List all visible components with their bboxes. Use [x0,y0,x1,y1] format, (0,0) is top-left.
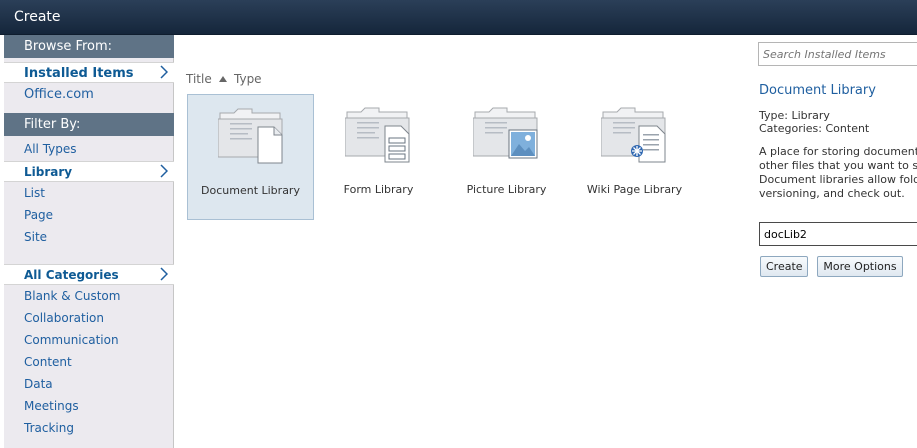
sort-by-type[interactable]: Type [234,72,262,86]
details-description: A place for storing documents or other f… [759,145,917,200]
sidebar-item-page[interactable]: Page [4,205,174,226]
name-field[interactable] [759,222,917,246]
title-bar: Create [0,0,917,35]
sidebar-item-label: Site [24,230,48,244]
chevron-right-icon [160,65,168,79]
sidebar-item-meetings[interactable]: Meetings [4,396,174,417]
sidebar-item-label: Data [24,377,53,391]
sidebar-item-office-com[interactable]: Office.com [4,84,174,105]
sidebar: Browse From: Installed Items Office.com … [4,35,174,448]
sidebar-item-label: Collaboration [24,311,104,325]
sort-ascending-icon [218,76,227,82]
sidebar-item-collaboration[interactable]: Collaboration [4,308,174,329]
tile-label: Picture Library [466,183,547,196]
sidebar-item-label: Communication [24,333,119,347]
sidebar-item-label: Blank & Custom [24,289,121,303]
tile-wiki-page-library[interactable]: Wiki Page Library [571,94,698,220]
browse-from-heading: Browse From: [4,35,174,58]
sidebar-item-tracking[interactable]: Tracking [4,418,174,439]
chevron-right-icon [160,164,168,178]
sidebar-item-label: Tracking [24,421,74,435]
picture-library-icon [473,107,538,159]
details-type: Type: Library [759,109,830,122]
sidebar-item-label: All Types [24,142,77,156]
create-button[interactable]: Create [760,256,808,277]
sidebar-item-all-types[interactable]: All Types [4,139,174,160]
sidebar-item-site[interactable]: Site [4,227,174,248]
form-library-icon [345,107,410,163]
search-input[interactable] [758,42,917,66]
sort-title-label: Title [186,72,212,86]
details-title: Document Library [759,83,876,98]
sidebar-item-blank-custom[interactable]: Blank & Custom [4,286,174,307]
sidebar-item-label: Library [24,165,73,179]
chevron-right-icon [160,267,168,281]
more-options-button[interactable]: More Options [817,256,903,277]
sidebar-item-list[interactable]: List [4,183,174,204]
tile-form-library[interactable]: Form Library [315,94,442,220]
document-library-icon [218,108,283,164]
sidebar-item-communication[interactable]: Communication [4,330,174,351]
tile-label: Wiki Page Library [586,183,683,196]
sidebar-item-installed-items[interactable]: Installed Items [4,62,174,83]
sidebar-item-label: List [24,186,45,200]
sidebar-item-data[interactable]: Data [4,374,174,395]
wiki-page-library-icon [601,107,666,163]
tile-label: Form Library [343,183,414,196]
tile-picture-library[interactable]: Picture Library [443,94,570,220]
tile-document-library[interactable]: Document Library [187,94,314,220]
sidebar-item-label: Meetings [24,399,79,413]
window-title: Create [14,9,61,25]
tile-label: Document Library [201,184,300,197]
details-categories: Categories: Content [759,122,870,135]
sidebar-item-content[interactable]: Content [4,352,174,373]
sidebar-item-library[interactable]: Library [4,161,174,182]
sidebar-item-label: Installed Items [24,66,134,81]
sidebar-item-label: Office.com [24,87,94,102]
sidebar-item-all-categories[interactable]: All Categories [4,264,174,285]
template-gallery: Title Type Document Library Form Library [175,35,748,448]
details-pane: Document Library Type: Library Categorie… [748,35,917,448]
sidebar-item-label: Page [24,208,54,222]
sidebar-item-label: Content [24,355,72,369]
filter-by-heading: Filter By: [4,113,174,136]
sort-by-title[interactable]: Title [186,72,227,86]
sidebar-item-label: All Categories [24,268,119,282]
